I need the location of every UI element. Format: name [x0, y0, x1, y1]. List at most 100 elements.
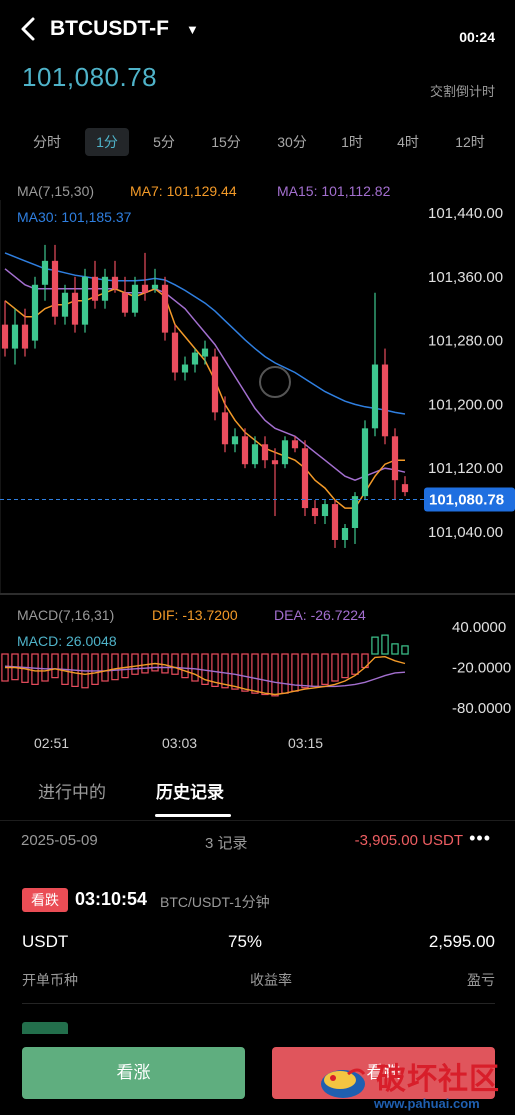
active-tab-indicator — [155, 814, 231, 817]
watermark: 破坏社区 www.pahuai.com — [318, 1052, 508, 1112]
candle-body — [1, 324, 9, 349]
candle-body — [331, 504, 339, 540]
macd-value: MACD: 26.0048 — [17, 633, 117, 649]
candle-body — [161, 284, 169, 333]
macd-bar — [51, 653, 59, 679]
time-tick: 03:15 — [288, 735, 324, 751]
time-tick: 03:03 — [162, 735, 198, 751]
direction-badge: 看跌 — [22, 888, 68, 912]
symbol-title[interactable]: BTCUSDT-F — [50, 17, 169, 41]
macd-bar — [251, 653, 259, 694]
candle-body — [381, 364, 389, 437]
price-tick: 101,360.00 — [428, 269, 503, 286]
macd-bar — [321, 653, 329, 685]
macd-bar — [271, 653, 279, 697]
macd-bar — [391, 643, 399, 655]
macd-bar — [401, 645, 409, 655]
candle-body — [321, 504, 329, 517]
order-pnl: 2,595.00 — [428, 932, 495, 951]
dea-value: DEA: -26.7224 — [274, 607, 366, 623]
candle-body — [251, 444, 259, 465]
candle-body — [231, 436, 239, 445]
tab-timeframe-line[interactable]: 分时 — [25, 128, 69, 156]
label-rate: 收益率 — [250, 972, 292, 988]
candle-body — [11, 324, 19, 349]
candle-body — [61, 292, 69, 317]
candle-body — [311, 508, 319, 517]
order-time: 03:10:54 — [75, 889, 148, 909]
macd-bar — [171, 653, 179, 675]
ma7-value: MA7: 101,129.44 — [130, 183, 237, 199]
macd-bar — [91, 653, 99, 685]
tab-open-orders[interactable]: 进行中的 — [38, 778, 106, 803]
summary-count: 3 记录 — [205, 835, 248, 852]
macd-bar — [311, 653, 319, 688]
macd-bar — [131, 653, 139, 675]
macd-bar — [261, 653, 269, 696]
label-pnl: 盈亏 — [467, 972, 495, 988]
macd-tick: 40.0000 — [452, 619, 506, 636]
tab-timeframe-12h[interactable]: 12时 — [448, 128, 492, 156]
candle-body — [71, 292, 79, 325]
tab-history[interactable]: 历史记录 — [156, 778, 224, 803]
candle-body — [201, 348, 209, 357]
candle-body — [281, 440, 289, 465]
candle-body — [401, 484, 409, 493]
candle-body — [361, 428, 369, 497]
candle-body — [271, 460, 279, 465]
macd-legend-label: MACD(7,16,31) — [17, 607, 115, 623]
price-tick: 101,440.00 — [428, 205, 503, 222]
macd-bar — [31, 653, 39, 685]
candlestick-chart[interactable]: 101,440.00 101,360.00 101,280.00 101,200.00… — [0, 200, 515, 595]
macd-bar — [141, 653, 149, 674]
candle-body — [191, 352, 199, 365]
macd-bar — [371, 636, 379, 655]
candle-body — [151, 284, 159, 289]
watermark-logo-icon — [321, 1068, 366, 1098]
macd-bar — [101, 653, 109, 682]
candle-body — [111, 276, 119, 289]
candle-body — [31, 284, 39, 341]
candle-body — [211, 356, 219, 413]
history-summary: 2025-05-09 3 记录 -3,905.00 USDT ••• — [0, 828, 515, 856]
price-tick: 101,280.00 — [428, 333, 503, 350]
dif-line — [5, 655, 406, 696]
candle-body — [81, 276, 89, 325]
macd-bar — [221, 653, 229, 689]
macd-bar — [161, 653, 169, 674]
tab-timeframe-1m[interactable]: 1分 — [85, 128, 129, 156]
candle-body — [241, 436, 249, 465]
order-card[interactable]: 看跌 03:10:54 BTC/USDT-1分钟 USDT 75% 2,595.… — [0, 880, 515, 1000]
tab-timeframe-1h[interactable]: 1时 — [332, 128, 372, 156]
tab-timeframe-4h[interactable]: 4时 — [388, 128, 428, 156]
macd-bar — [341, 653, 349, 679]
buy-up-button[interactable]: 看涨 — [22, 1047, 245, 1099]
summary-date: 2025-05-09 — [21, 832, 98, 849]
last-price: 101,080.78 — [22, 62, 158, 92]
candle-body — [221, 412, 229, 445]
candle-body — [131, 284, 139, 313]
macd-bar — [241, 653, 249, 692]
macd-bar — [191, 653, 199, 682]
caret-down-icon[interactable]: ▼ — [186, 22, 199, 37]
candle-body — [291, 440, 299, 449]
price-tick: 101,040.00 — [428, 524, 503, 541]
macd-bar — [301, 653, 309, 689]
macd-bar — [331, 653, 339, 682]
tab-timeframe-30m[interactable]: 30分 — [268, 128, 316, 156]
tab-timeframe-5m[interactable]: 5分 — [142, 128, 186, 156]
order-currency: USDT — [22, 932, 69, 951]
current-price-tag: 101,080.78 — [429, 491, 504, 508]
price-tick: 101,200.00 — [428, 396, 503, 413]
label-currency: 开单币种 — [22, 972, 78, 988]
history-tabs: 进行中的 历史记录 — [0, 770, 515, 821]
candle-body — [51, 260, 59, 317]
tab-timeframe-15m[interactable]: 15分 — [202, 128, 250, 156]
macd-bar — [181, 653, 189, 679]
next-order-badge — [22, 1022, 68, 1034]
chevron-left-icon[interactable] — [20, 16, 36, 48]
more-dots-icon[interactable]: ••• — [469, 828, 491, 849]
watermark-text: 破坏社区 — [376, 1063, 500, 1096]
candle-body — [41, 260, 49, 285]
dif-value: DIF: -13.7200 — [152, 607, 238, 623]
